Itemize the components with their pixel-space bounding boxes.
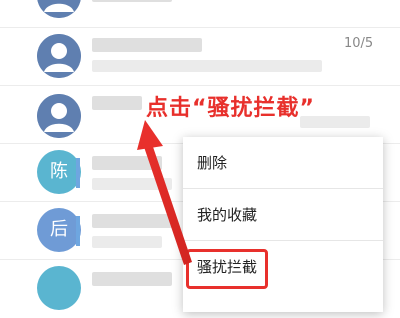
blurred-name [92,156,162,170]
avatar [37,266,81,310]
avatar-initial: 陈 [50,161,68,182]
avatar: 后 [37,208,81,252]
unread-marker [76,216,80,246]
blurred-name [92,38,202,52]
list-item[interactable] [0,0,400,28]
avatar [37,94,81,138]
avatar-initial: 后 [50,219,68,240]
blurred-preview [92,236,162,248]
blurred-name [92,214,172,228]
unread-marker [76,158,80,188]
avatar: 陈 [37,150,81,194]
avatar [37,34,81,78]
blurred-name [92,96,142,110]
avatar [37,0,81,18]
person-icon [37,34,81,78]
blurred-text [92,0,172,2]
callout-text: 点击“骚扰拦截” [146,96,315,121]
menu-item-favorites[interactable]: 我的收藏 [183,189,383,241]
person-icon [37,94,81,138]
blurred-name [92,272,172,286]
list-item[interactable]: 10/5 [0,28,400,86]
menu-item-delete[interactable]: 删除 [183,137,383,189]
highlight-box [186,249,268,289]
message-time: 10/5 [344,36,374,51]
blurred-preview [92,60,322,72]
blurred-preview [92,178,172,190]
person-icon [37,0,81,18]
